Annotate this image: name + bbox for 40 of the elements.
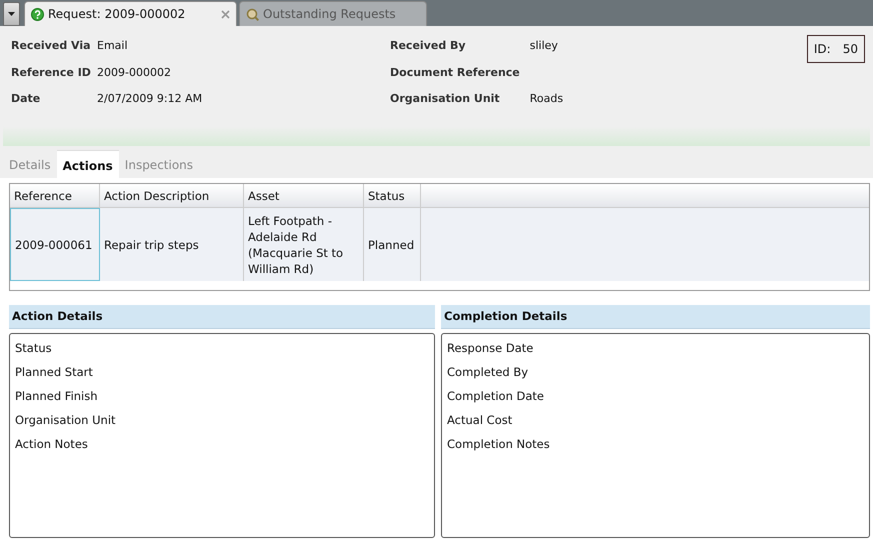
column-header[interactable]: Action Description xyxy=(100,184,244,207)
field-label: Planned Finish xyxy=(15,388,99,404)
field-label: Completion Date xyxy=(447,388,546,404)
field-label: Response Date xyxy=(447,340,534,356)
field-label: Document Reference xyxy=(390,64,520,80)
field-label: Date xyxy=(11,91,42,107)
field-label: Status xyxy=(15,340,53,356)
field-value: 2/07/2009 9:12 AM xyxy=(97,91,204,107)
field-value: Email xyxy=(97,38,129,54)
table-cell: 2009-000061 xyxy=(10,208,100,281)
field-label: Reference ID xyxy=(11,64,91,80)
field-label: Received Via xyxy=(11,38,91,54)
table-cell: Left Footpath - Adelaide Rd (Macquarie St to William Rd) xyxy=(244,208,364,281)
table-cell: Repair trip steps xyxy=(100,208,244,281)
panel-title: Completion Details xyxy=(441,305,870,330)
section-tab[interactable]: Actions xyxy=(56,150,119,178)
table-row[interactable]: 2009-000061 Repair trip steps Left Footpath - Adelaide Rd (Macquarie St to William Rd) Planned xyxy=(10,208,869,281)
field-label: Actual Cost xyxy=(447,412,514,428)
field-label: Completed By xyxy=(447,364,530,380)
field-value: sliley xyxy=(530,38,559,54)
column-header[interactable]: Asset xyxy=(244,184,364,207)
id-value: 50 xyxy=(842,42,858,56)
column-header[interactable]: Reference xyxy=(10,184,100,207)
help-icon xyxy=(31,8,44,20)
document-tab[interactable]: Request: 2009-000002 xyxy=(24,1,237,26)
tab-menu-button[interactable] xyxy=(3,2,20,26)
field-label: Received By xyxy=(390,38,467,54)
column-header[interactable]: Status xyxy=(364,184,421,207)
field-label: Completion Notes xyxy=(447,436,551,452)
table-cell: Planned xyxy=(364,208,421,281)
search-icon xyxy=(246,8,259,20)
field-label: Action Notes xyxy=(15,436,89,452)
field-label: Organisation Unit xyxy=(390,91,501,107)
field-value: 2009-000002 xyxy=(97,64,172,80)
field-value: Roads xyxy=(530,91,564,107)
caret-icon xyxy=(8,12,15,16)
panel-title: Action Details xyxy=(9,305,435,330)
field-label: Planned Start xyxy=(15,364,94,380)
id-label: ID: xyxy=(814,42,831,56)
field-label: Organisation Unit xyxy=(15,412,117,428)
